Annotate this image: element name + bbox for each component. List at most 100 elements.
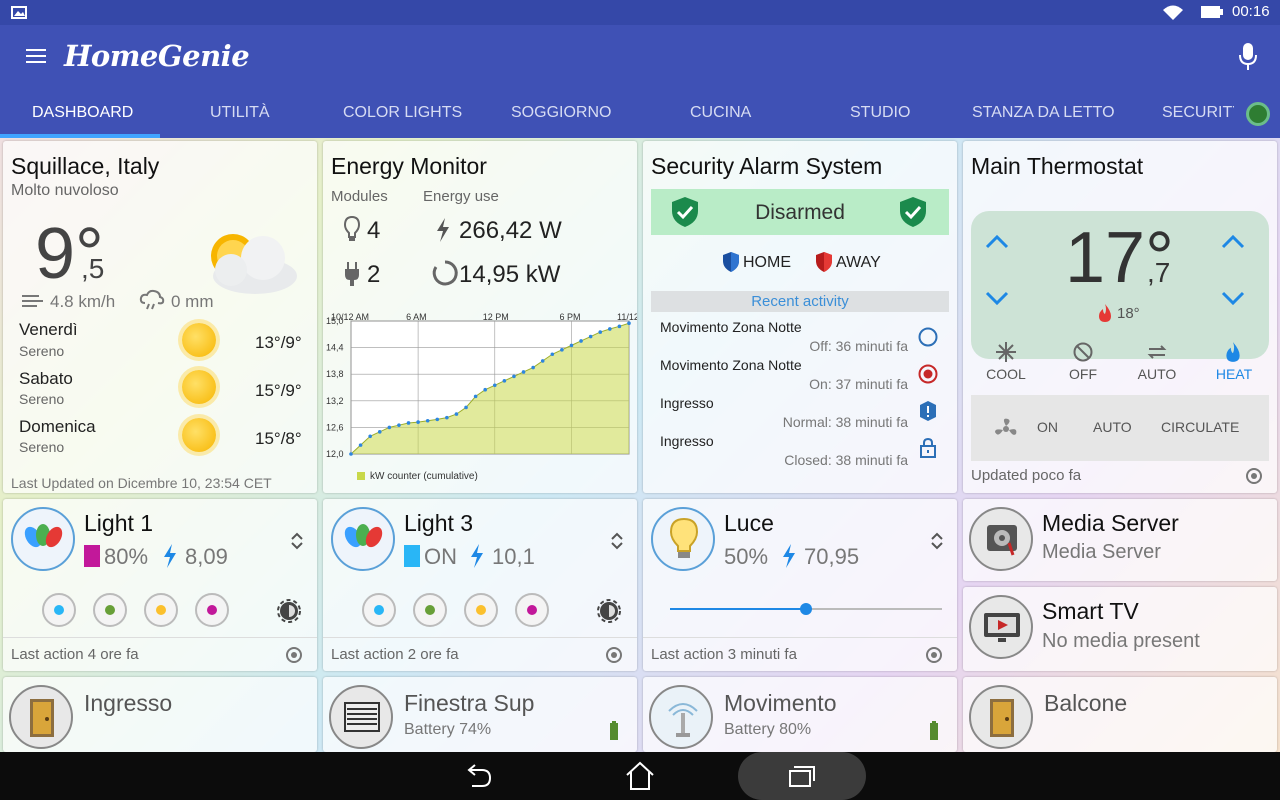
security-card[interactable]: Security Alarm System Disarmed HOME AWAY… [643,141,957,493]
cloudy-icon [211,234,297,294]
color-preset-green[interactable] [413,593,447,627]
chart-point [540,359,545,363]
balcone-title: Balcone [1044,690,1128,716]
color-preset-blue[interactable] [362,593,396,627]
mode-auto[interactable]: AUTO [1127,366,1187,382]
energy-use-label: Energy use [423,188,499,205]
away-button[interactable]: AWAY [836,254,881,272]
chart-point [569,343,574,348]
chart-point [502,379,507,383]
tv-icon [969,595,1033,659]
color-preset-yellow[interactable] [464,593,498,627]
sun-icon [182,323,216,357]
home-button[interactable]: HOME [743,254,791,272]
door-icon [9,685,73,749]
back-icon[interactable] [460,760,496,792]
chart-y-tick: 13,2 [326,396,344,406]
shield-home-icon [723,252,739,272]
recent-activity-label: Recent activity [751,293,849,310]
mode-cool[interactable]: COOL [976,366,1036,382]
settings-dial-icon[interactable] [925,646,943,664]
tab-stanza-da-letto[interactable]: STANZA DA LETTO [972,104,1115,122]
color-preset-green[interactable] [93,593,127,627]
brightness-icon[interactable] [277,599,301,623]
home-icon[interactable] [622,760,658,792]
tab-soggiorno[interactable]: SOGGIORNO [511,104,611,122]
chart-legend-label: kW counter (cumulative) [370,471,478,482]
luce-slider-track[interactable] [670,603,942,615]
ingresso-title: Ingresso [84,690,173,716]
forecast-day-2: Sabato [19,369,73,388]
chart-x-tick: 11/12 A [617,312,637,322]
counter-icon [432,260,458,286]
event-name-2: Movimento Zona Notte [660,357,802,373]
chart-point [627,321,631,326]
chevron-down-icon[interactable] [1221,291,1245,305]
tab-dashboard[interactable]: DASHBOARD [32,104,133,122]
ingresso-card[interactable]: Ingresso [3,677,317,752]
mode-off[interactable]: OFF [1053,366,1113,382]
fan-control-bar: ON AUTO CIRCULATE [971,395,1269,461]
brightness-icon[interactable] [597,599,621,623]
chart-y-tick: 14,4 [326,343,344,353]
color-preset-blue[interactable] [42,593,76,627]
color-preset-magenta[interactable] [515,593,549,627]
media-server-subtitle: Media Server [1042,541,1161,563]
bolt-icon [437,218,449,242]
lights-count: 4 [367,217,381,244]
tab-cucina[interactable]: CUCINA [690,104,751,122]
fan-auto[interactable]: AUTO [1093,419,1132,435]
settings-dial-icon[interactable] [285,646,303,664]
color-preset-magenta[interactable] [195,593,229,627]
recent-apps-icon [789,766,815,787]
forecast-temps-3: 15°/8° [255,429,302,448]
thermostat-temp-decimal: ,7 [1147,257,1171,288]
expand-icon[interactable] [930,531,944,551]
chart-point [406,421,411,425]
tab-color-lights[interactable]: COLOR LIGHTS [343,104,462,122]
battery-icon [610,721,618,740]
expand-icon[interactable] [290,531,304,551]
smart-tv-card[interactable]: Smart TV No media present [963,587,1277,671]
thermostat-card[interactable]: Main Thermostat 17° ,7 18° COOL OFF AUTO… [963,141,1277,493]
balcone-card[interactable]: Balcone [963,677,1277,752]
fan-circulate[interactable]: CIRCULATE [1161,419,1239,435]
finestra-card[interactable]: Finestra Sup Battery 74% [323,677,637,752]
mode-heat[interactable]: HEAT [1204,366,1264,382]
weather-card[interactable]: Squillace, Italy Molto nuvoloso 9° ,5 4.… [3,141,317,493]
weather-updated: Last Updated on Dicembre 10, 23:54 CET [11,475,272,491]
luce-slider-thumb[interactable] [800,603,812,615]
luce-card[interactable]: Luce 50% 70,95 Last action 3 minuti fa [643,499,957,671]
circle-icon [918,327,938,347]
chevron-up-icon[interactable] [985,235,1009,249]
fan-icon [995,418,1017,435]
settings-dial-icon[interactable] [605,646,623,664]
power-value: 266,42 W [459,217,562,244]
disarmed-banner[interactable]: Disarmed [651,189,949,235]
fan-on[interactable]: ON [1037,419,1058,435]
forecast-day-1: Venerdì [19,320,78,339]
navigation-bar [0,752,1280,800]
microphone-icon[interactable] [1238,42,1258,72]
app-title: HomeGenie [64,39,250,73]
weather-wind: 4.8 km/h [50,292,116,311]
color-preset-yellow[interactable] [144,593,178,627]
chevron-down-icon[interactable] [985,291,1009,305]
menu-icon[interactable] [26,49,46,65]
movimento-card[interactable]: Movimento Battery 80% [643,677,957,752]
chart-point [531,365,535,370]
repeat-icon [1147,345,1167,359]
tab-utilita[interactable]: UTILITÀ [210,104,270,122]
recent-apps-button[interactable] [738,752,866,800]
energy-card[interactable]: Energy Monitor Modules Energy use 4 266,… [323,141,637,493]
light3-card[interactable]: Light 3 ON 10,1 Last action 2 ore fa [323,499,637,671]
light1-power: 8,09 [185,544,228,569]
tab-studio[interactable]: STUDIO [850,104,910,122]
media-server-card[interactable]: Media Server Media Server [963,499,1277,581]
tab-security[interactable]: SECURITY [1162,104,1234,122]
expand-icon[interactable] [610,531,624,551]
settings-dial-icon[interactable] [1245,467,1263,485]
light1-card[interactable]: Light 1 80% 8,09 Last action 4 ore fa [3,499,317,671]
thermostat-setpoint: 18° [1117,305,1140,322]
chevron-up-icon[interactable] [1221,235,1245,249]
